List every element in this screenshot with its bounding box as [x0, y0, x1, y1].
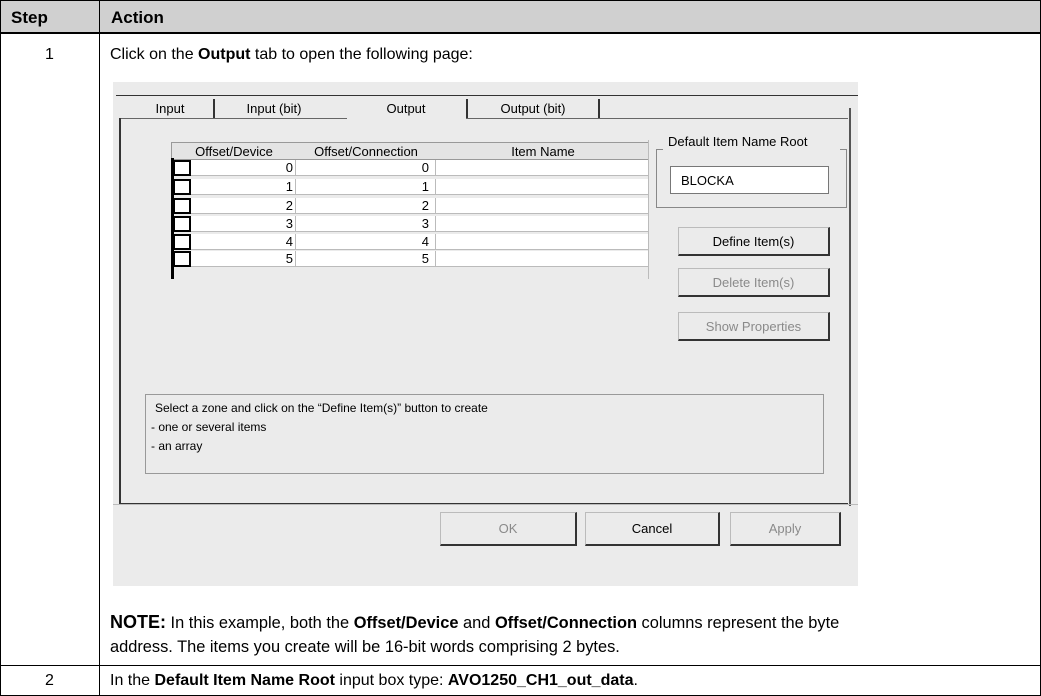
header-action: Action: [111, 8, 164, 27]
apply-button[interactable]: Apply: [730, 512, 841, 546]
cell-divider: [435, 179, 436, 195]
tab-output-bit[interactable]: Output (bit): [470, 98, 596, 120]
cell-divider: [435, 251, 436, 267]
cell-offset-connection: 0: [421, 160, 429, 175]
table-border-left: [0, 0, 1, 696]
cell-offset-device: 1: [285, 179, 293, 194]
cell-divider: [295, 179, 296, 195]
note-line-2: address. The items you create will be 16…: [110, 638, 620, 656]
grid-header: Offset/Device Offset/Connection Item Nam…: [171, 142, 649, 160]
row-select-checkbox[interactable]: [173, 179, 191, 195]
row-select-checkbox[interactable]: [173, 198, 191, 214]
row-select-checkbox[interactable]: [173, 251, 191, 267]
cell-offset-device: 5: [285, 251, 293, 266]
cell-offset-connection: 3: [421, 216, 429, 231]
table-row[interactable]: 3 3: [171, 216, 649, 232]
cell-divider: [295, 216, 296, 232]
info-line: - an array: [151, 439, 203, 453]
table-row[interactable]: 4 4: [171, 234, 649, 250]
default-root-input[interactable]: BLOCKA: [670, 166, 829, 194]
cell-offset-connection: 4: [421, 234, 429, 249]
cell-divider: [435, 216, 436, 232]
cell-divider: [435, 234, 436, 250]
table-header: Step Action: [0, 0, 1041, 33]
cell-offset-device: 3: [285, 216, 293, 231]
table-row[interactable]: 1 1: [171, 179, 649, 195]
cancel-button[interactable]: Cancel: [585, 512, 720, 546]
show-properties-button[interactable]: Show Properties: [678, 312, 830, 341]
note-line-1: NOTE: In this example, both the Offset/D…: [110, 612, 840, 632]
tab-separator: [466, 99, 468, 119]
cell-divider: [295, 234, 296, 250]
step-number-1: 1: [45, 46, 54, 63]
dialog-top-edge: [116, 95, 858, 96]
info-line: - one or several items: [151, 420, 267, 434]
row-divider: [0, 665, 1041, 666]
info-line: Select a zone and click on the “Define I…: [155, 401, 488, 415]
note-label: NOTE:: [110, 612, 166, 632]
cell-offset-connection: 1: [421, 179, 429, 194]
tab-output[interactable]: Output: [348, 98, 464, 120]
row-select-checkbox[interactable]: [173, 216, 191, 232]
step-2-instruction: In the Default Item Name Root input box …: [110, 672, 638, 689]
tab-input-bit[interactable]: Input (bit): [218, 98, 330, 120]
col-item-name[interactable]: Item Name: [437, 144, 649, 159]
info-box: Select a zone and click on the “Define I…: [145, 394, 824, 474]
table-row[interactable]: 2 2: [171, 198, 649, 214]
column-divider: [99, 0, 100, 696]
grid-right-border: [648, 140, 649, 279]
output-tab-ref: Output: [198, 46, 251, 63]
cell-divider: [435, 198, 436, 214]
tab-separator: [598, 99, 600, 119]
items-grid[interactable]: Offset/Device Offset/Connection Item Nam…: [171, 140, 649, 279]
ok-button[interactable]: OK: [440, 512, 577, 546]
row-select-checkbox[interactable]: [173, 234, 191, 250]
col-offset-connection[interactable]: Offset/Connection: [296, 144, 436, 159]
delete-items-button[interactable]: Delete Item(s): [678, 268, 830, 297]
table-row[interactable]: 5 5: [171, 251, 649, 267]
define-items-button[interactable]: Define Item(s): [678, 227, 830, 256]
cell-offset-device: 0: [285, 160, 293, 175]
default-root-label: Default Item Name Root: [666, 134, 810, 149]
cell-offset-connection: 2: [421, 198, 429, 213]
cell-offset-device: 2: [285, 198, 293, 213]
grid-left-border: [171, 158, 174, 279]
cell-divider: [295, 251, 296, 267]
dialog-right-edge: [849, 108, 851, 506]
col-offset-device[interactable]: Offset/Device: [174, 144, 294, 159]
row-select-checkbox[interactable]: [173, 160, 191, 176]
cell-divider: [295, 198, 296, 214]
header-step: Step: [11, 8, 48, 27]
header-divider: [0, 33, 1041, 34]
tab-input[interactable]: Input: [130, 98, 210, 120]
tab-separator: [213, 99, 215, 119]
cell-offset-connection: 5: [421, 251, 429, 266]
cell-divider: [435, 160, 436, 176]
cell-divider: [295, 160, 296, 176]
step-number-2: 2: [45, 672, 54, 689]
dialog-footer-divider: [113, 504, 858, 505]
cell-offset-device: 4: [285, 234, 293, 249]
table-row[interactable]: 0 0: [171, 160, 649, 176]
step-1-instruction: Click on the Output tab to open the foll…: [110, 46, 473, 63]
